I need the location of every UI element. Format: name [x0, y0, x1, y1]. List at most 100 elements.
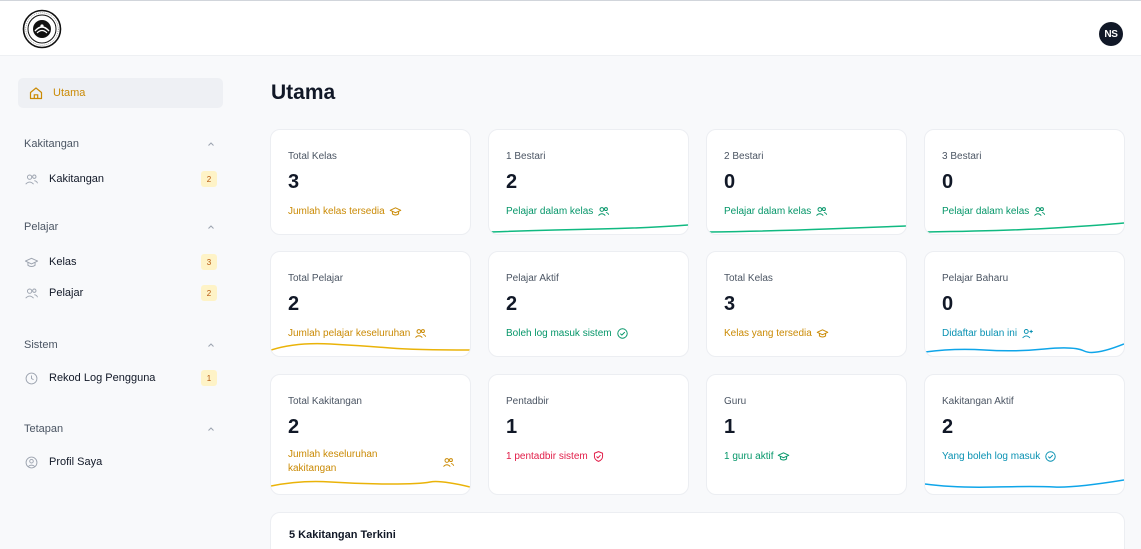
stat-card-pentadbir[interactable]: Pentadbir 1 1 pentadbir sistem [488, 374, 689, 495]
users-icon [443, 457, 455, 467]
sparkline-decoration [271, 480, 470, 488]
section-header-kakitangan[interactable]: Kakitangan [24, 138, 216, 150]
user-circle-icon [25, 456, 38, 468]
sparkline-decoration [707, 225, 906, 233]
section-title: Tetapan [24, 423, 64, 435]
card-title: 3 Bestari [942, 151, 982, 162]
card-subtitle-text: Jumlah kelas tersedia [288, 206, 385, 217]
sparkline-decoration [925, 343, 1124, 354]
card-title: Pentadbir [506, 396, 549, 407]
stat-card-total-kelas-2[interactable]: Total Kelas 3 Kelas yang tersedia [706, 251, 907, 357]
sidebar-item-profil-saya[interactable]: Profil Saya [24, 451, 217, 473]
sidebar-item-pelajar[interactable]: Pelajar 2 [24, 282, 217, 304]
card-title: Total Kelas [288, 151, 337, 162]
sidebar-item-label: Kakitangan [49, 173, 105, 185]
card-title: Pelajar Baharu [942, 273, 1009, 284]
card-title: 1 Bestari [506, 151, 546, 162]
card-value: 3 [288, 171, 300, 193]
stat-card-3-bestari[interactable]: 3 Bestari 0 Pelajar dalam kelas [924, 129, 1125, 235]
check-circle-icon [1045, 451, 1056, 462]
graduation-cap-icon [24, 257, 39, 267]
card-title: Total Pelajar [288, 273, 344, 284]
stat-card-guru[interactable]: Guru 1 1 guru aktif [706, 374, 907, 495]
chevron-up-icon [208, 427, 214, 431]
sidebar-item-utama[interactable]: Utama [18, 78, 223, 108]
card-value: 2 [942, 416, 954, 438]
count-badge: 3 [201, 254, 217, 270]
clock-icon [25, 372, 38, 384]
check-circle-icon [616, 328, 628, 339]
card-title: Kakitangan Aktif [942, 396, 1014, 407]
home-icon [29, 87, 43, 100]
sparkline-decoration [925, 222, 1124, 233]
stat-card-kakitangan-aktif[interactable]: Kakitangan Aktif 2 Yang boleh log masuk [924, 374, 1125, 495]
sidebar-item-label: Kelas [49, 256, 77, 268]
sidebar-item-label: Profil Saya [49, 456, 103, 468]
card-value: 2 [506, 171, 518, 193]
card-subtitle: Boleh log masuk sistem [506, 327, 629, 340]
card-value: 1 [506, 416, 518, 438]
stat-card-pelajar-aktif[interactable]: Pelajar Aktif 2 Boleh log masuk sistem [488, 251, 689, 357]
card-value: 1 [724, 416, 736, 438]
card-title: Total Kelas [724, 273, 773, 284]
section-header-pelajar[interactable]: Pelajar [24, 221, 216, 233]
sparkline-decoration [271, 342, 470, 351]
card-subtitle-text: Boleh log masuk sistem [506, 328, 612, 339]
sidebar: Utama Kakitangan Kakitangan 2 Pelajar Ke… [0, 56, 240, 549]
card-value: 2 [288, 416, 300, 438]
stat-card-pelajar-baharu[interactable]: Pelajar Baharu 0 Didaftar bulan ini [924, 251, 1125, 357]
graduation-cap-icon [816, 329, 829, 338]
sidebar-item-kakitangan[interactable]: Kakitangan 2 [24, 168, 217, 190]
sidebar-item-label: Pelajar [49, 287, 84, 299]
stat-card-2-bestari[interactable]: 2 Bestari 0 Pelajar dalam kelas [706, 129, 907, 235]
graduation-cap-icon [389, 207, 401, 216]
section-title: Sistem [24, 339, 58, 351]
stat-card-total-kelas[interactable]: Total Kelas 3 Jumlah kelas tersedia [270, 129, 471, 235]
sidebar-item-rekod-log-pengguna[interactable]: Rekod Log Pengguna 1 [24, 367, 217, 389]
stat-card-total-kakitangan[interactable]: Total Kakitangan 2 Jumlah keseluruhan ka… [270, 374, 471, 495]
chevron-up-icon [208, 225, 214, 229]
section-header-sistem[interactable]: Sistem [24, 339, 216, 351]
card-subtitle: 1 guru aktif [724, 450, 790, 463]
sidebar-item-label: Rekod Log Pengguna [49, 372, 156, 384]
user-avatar[interactable]: NS [1099, 22, 1123, 46]
card-value: 2 [288, 293, 300, 315]
card-subtitle: Kelas yang tersedia [724, 327, 829, 340]
card-subtitle: 1 pentadbir sistem [506, 450, 605, 463]
card-value: 3 [724, 293, 736, 315]
card-subtitle-text: 1 guru aktif [724, 451, 774, 462]
card-value: 0 [942, 293, 954, 315]
stat-card-total-pelajar[interactable]: Total Pelajar 2 Jumlah pelajar keseluruh… [270, 251, 471, 357]
count-badge: 1 [201, 370, 217, 386]
card-title: 2 Bestari [724, 151, 764, 162]
section-header-tetapan[interactable]: Tetapan [24, 423, 216, 435]
sidebar-item-label: Utama [53, 87, 86, 99]
users-icon [25, 174, 38, 185]
card-subtitle-text: Yang boleh log masuk [942, 451, 1041, 462]
card-value: 2 [506, 293, 518, 315]
stat-card-1-bestari[interactable]: 1 Bestari 2 Pelajar dalam kelas [488, 129, 689, 235]
card-subtitle: Yang boleh log masuk [942, 450, 1057, 463]
count-badge: 2 [201, 285, 217, 301]
sidebar-item-kelas[interactable]: Kelas 3 [24, 251, 217, 273]
sparkline-decoration [489, 224, 688, 233]
card-title: Pelajar Aktif [506, 273, 559, 284]
count-badge: 2 [201, 171, 217, 187]
card-subtitle-text: Kelas yang tersedia [724, 328, 812, 339]
school-logo[interactable] [22, 9, 62, 49]
top-bar: NS [0, 0, 1141, 56]
card-title: Total Kakitangan [288, 396, 362, 407]
chevron-up-icon [208, 343, 214, 347]
section-title: Pelajar [24, 221, 59, 233]
graduation-cap-icon [778, 452, 790, 461]
sparkline-decoration [925, 479, 1124, 488]
chevron-up-icon [208, 142, 214, 146]
page-title: Utama [271, 81, 336, 104]
recent-staff-card: 5 Kakitangan Terkini [270, 512, 1125, 549]
section-title: Kakitangan [24, 138, 80, 150]
recent-staff-title: 5 Kakitangan Terkini [289, 529, 396, 541]
card-title: Guru [724, 396, 747, 407]
card-value: 0 [942, 171, 954, 193]
card-value: 0 [724, 171, 736, 193]
users-icon [25, 288, 38, 299]
